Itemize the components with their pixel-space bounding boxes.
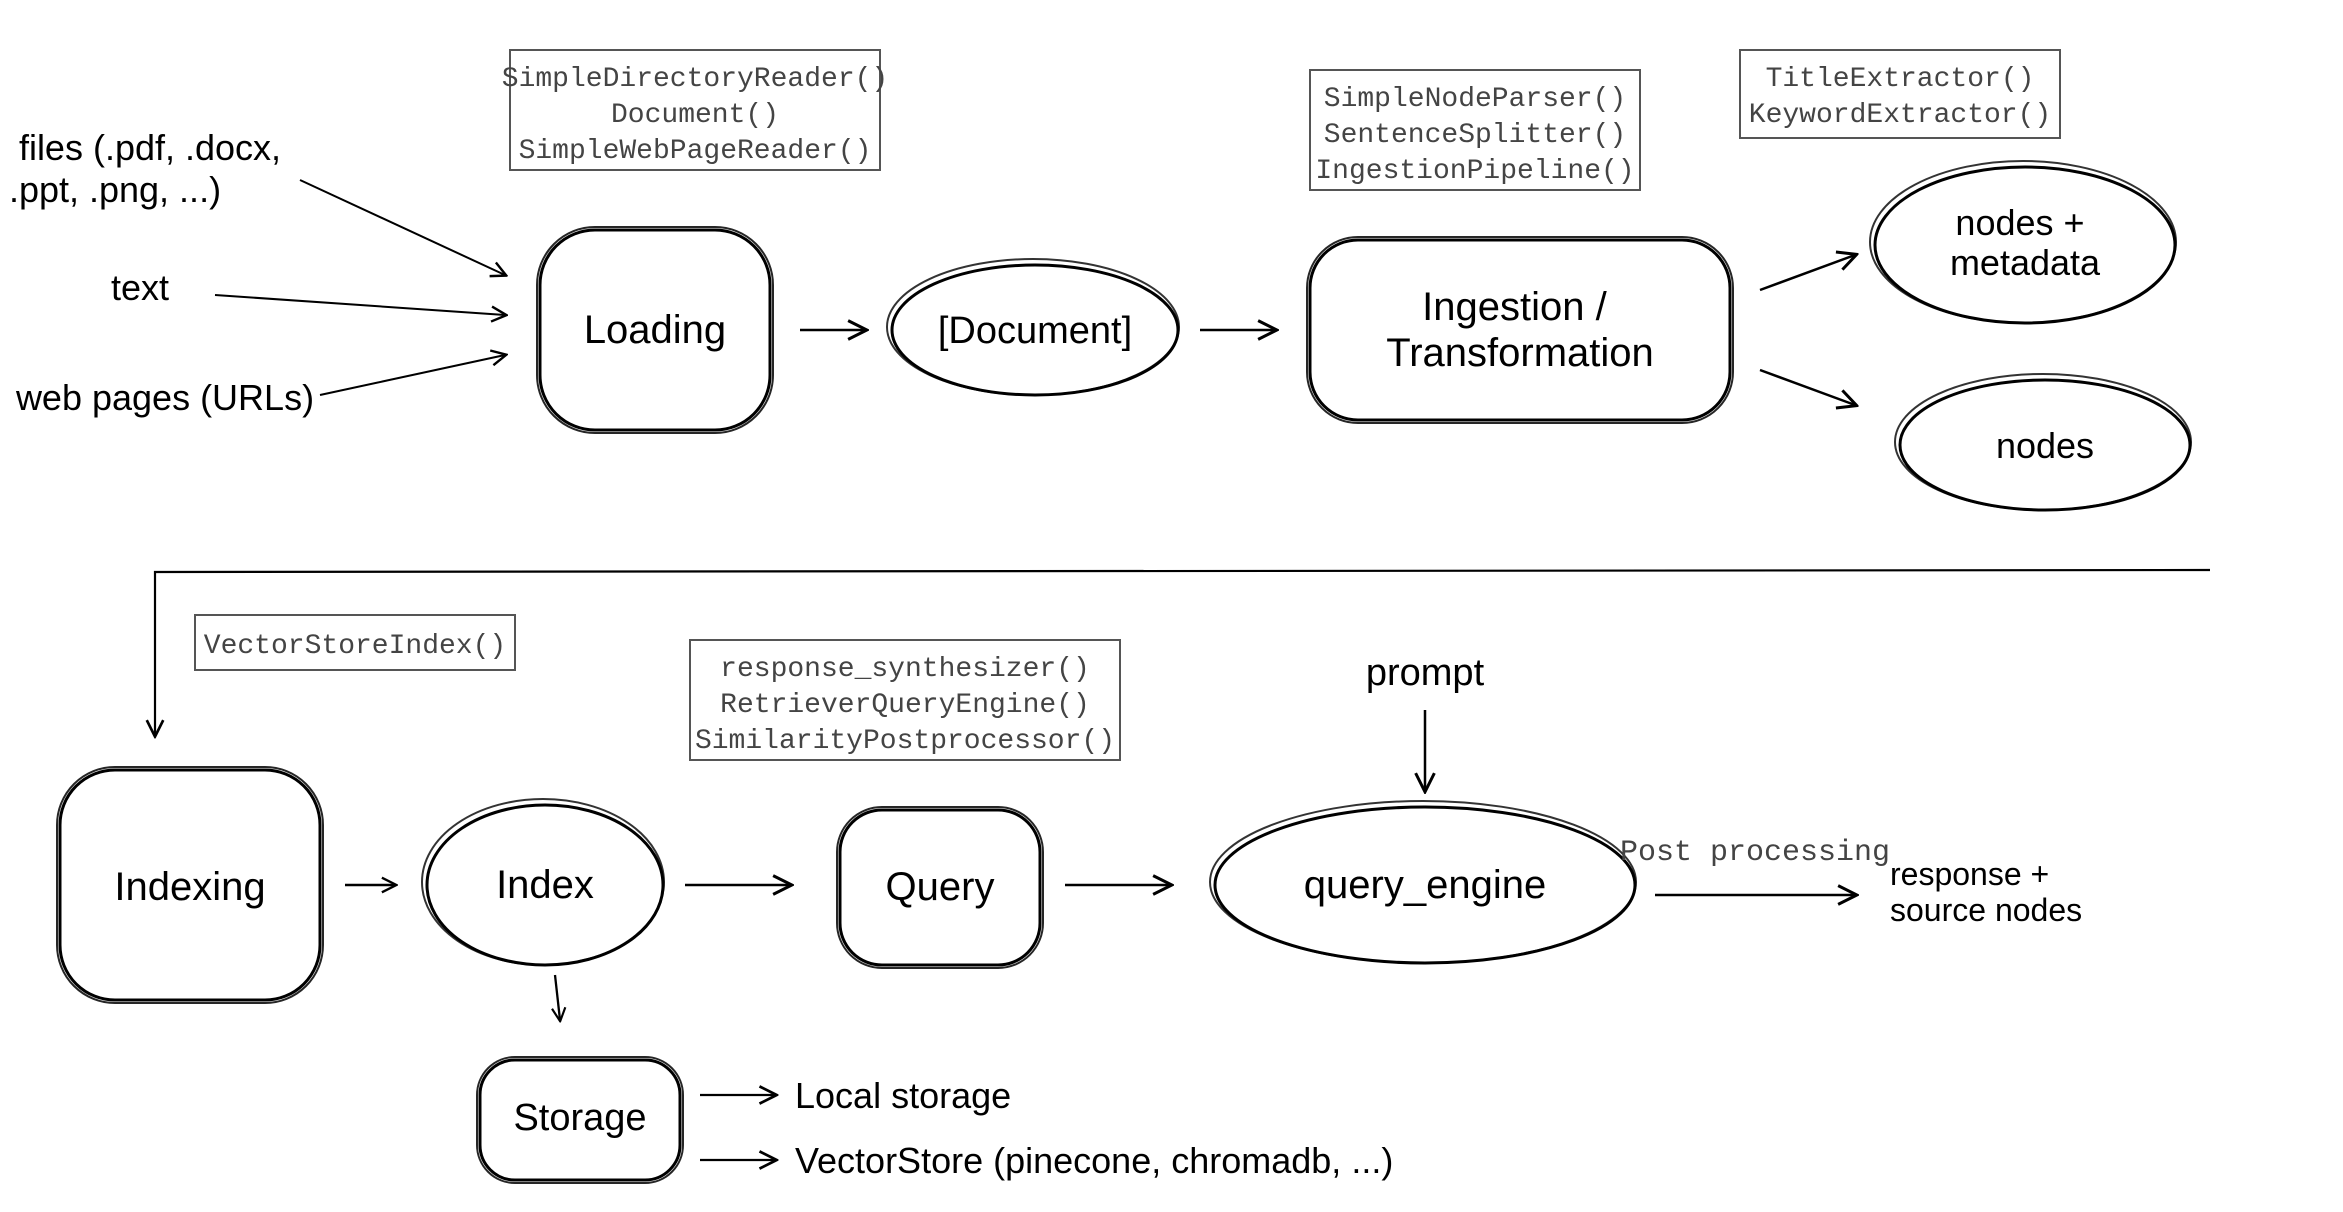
svg-text:Storage: Storage bbox=[513, 1097, 646, 1139]
query-node: Query bbox=[837, 807, 1043, 968]
arrow-ingestion-nodesmeta bbox=[1760, 255, 1855, 290]
svg-text:Loading: Loading bbox=[584, 308, 726, 352]
query-api-box: response_synthesizer() RetrieverQueryEng… bbox=[690, 640, 1120, 760]
arrow-files-loading bbox=[300, 180, 505, 275]
svg-text:[Document]: [Document] bbox=[938, 310, 1132, 352]
nodes-node: nodes bbox=[1895, 374, 2191, 510]
arrow-index-storage bbox=[555, 975, 560, 1020]
query-engine-node: query_engine bbox=[1210, 801, 1636, 963]
svg-text:KeywordExtractor(): KeywordExtractor() bbox=[1749, 100, 2051, 131]
arrow-ingestion-nodes bbox=[1760, 370, 1855, 405]
arrow-text-loading bbox=[215, 295, 505, 315]
svg-text:Query: Query bbox=[886, 865, 995, 909]
loading-node: Loading bbox=[537, 227, 773, 433]
storage-local-label: Local storage bbox=[795, 1075, 1011, 1116]
svg-text:TitleExtractor(): TitleExtractor() bbox=[1766, 64, 2035, 95]
document-node: [Document] bbox=[887, 259, 1179, 395]
svg-text:SimpleDirectoryReader(): SimpleDirectoryReader() bbox=[502, 64, 888, 95]
prompt-label: prompt bbox=[1366, 652, 1485, 694]
svg-text:SentenceSplitter(): SentenceSplitter() bbox=[1324, 120, 1626, 151]
index-node: Index bbox=[422, 799, 664, 965]
svg-text:nodes + metadata: nodes + metadata bbox=[1950, 202, 2101, 283]
indexing-node: Indexing bbox=[57, 767, 323, 1003]
svg-text:nodes: nodes bbox=[1996, 425, 2094, 466]
input-text-label: text bbox=[111, 267, 169, 308]
svg-text:Document(): Document() bbox=[611, 100, 779, 131]
svg-text:Indexing: Indexing bbox=[114, 865, 265, 909]
post-processing-label: Post processing bbox=[1620, 836, 1890, 870]
nodes-metadata-node: nodes + metadata bbox=[1870, 161, 2176, 323]
ingestion-api-box: SimpleNodeParser() SentenceSplitter() In… bbox=[1310, 70, 1640, 190]
extractors-api-box: TitleExtractor() KeywordExtractor() bbox=[1740, 50, 2060, 138]
indexing-api-box: VectorStoreIndex() bbox=[195, 615, 515, 670]
pipeline-diagram: files (.pdf, .docx, .ppt, .png, ...) tex… bbox=[0, 0, 2343, 1212]
arrow-web-loading bbox=[320, 355, 505, 395]
input-files-label: files (.pdf, .docx, .ppt, .png, ...) bbox=[9, 127, 291, 210]
svg-text:SimpleNodeParser(): SimpleNodeParser() bbox=[1324, 84, 1626, 115]
response-label: response + source nodes bbox=[1890, 856, 2082, 928]
svg-text:SimilarityPostprocessor(): SimilarityPostprocessor() bbox=[695, 726, 1115, 757]
svg-text:response_synthesizer(): response_synthesizer() bbox=[720, 654, 1090, 685]
svg-text:Index: Index bbox=[496, 863, 594, 907]
svg-text:VectorStoreIndex(): VectorStoreIndex() bbox=[204, 631, 506, 662]
storage-vector-label: VectorStore (pinecone, chromadb, ...) bbox=[795, 1140, 1393, 1181]
loading-api-box: SimpleDirectoryReader() Document() Simpl… bbox=[502, 50, 888, 170]
input-web-label: web pages (URLs) bbox=[15, 377, 314, 418]
svg-text:IngestionPipeline(): IngestionPipeline() bbox=[1315, 156, 1634, 187]
svg-text:SimpleWebPageReader(): SimpleWebPageReader() bbox=[519, 136, 872, 167]
svg-text:RetrieverQueryEngine(): RetrieverQueryEngine() bbox=[720, 690, 1090, 721]
storage-node: Storage bbox=[477, 1057, 683, 1183]
ingestion-node: Ingestion / Transformation bbox=[1307, 237, 1733, 423]
svg-text:query_engine: query_engine bbox=[1304, 863, 1546, 907]
